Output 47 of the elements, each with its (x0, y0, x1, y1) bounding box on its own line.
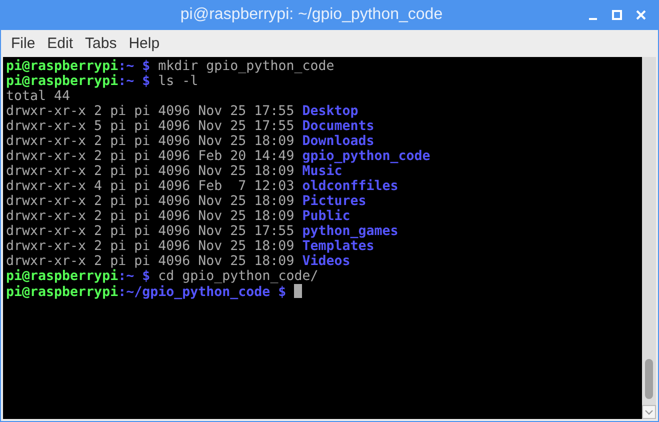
directory-name: Downloads (302, 134, 374, 149)
terminal-text: drwxr-xr-x 2 pi pi 4096 Feb 20 14:49 (6, 149, 294, 164)
maximize-icon (612, 10, 622, 20)
prompt-path: :~ $ (118, 74, 150, 89)
menu-item[interactable]: Help (122, 33, 166, 54)
scrollbar[interactable] (642, 57, 656, 419)
menu-item[interactable]: File (5, 33, 42, 54)
directory-name: Music (302, 164, 342, 179)
prompt-path: :~ $ (118, 269, 150, 284)
directory-name: Desktop (302, 104, 358, 119)
window-title: pi@raspberrypi: ~/gpio_python_code (179, 6, 444, 24)
directory-name: Templates (302, 239, 374, 254)
terminal-text: drwxr-xr-x 2 pi pi 4096 Nov 25 18:09 (6, 194, 294, 209)
menu-item[interactable]: Edit (41, 33, 80, 54)
terminal-text: cd gpio_python_code/ (158, 269, 318, 284)
directory-name: Videos (302, 254, 350, 269)
terminal-text: drwxr-xr-x 5 pi pi 4096 Nov 25 17:55 (6, 119, 294, 134)
prompt-user: pi@raspberrypi (6, 59, 118, 74)
terminal-text: drwxr-xr-x 2 pi pi 4096 Nov 25 18:09 (6, 164, 294, 179)
prompt-path: :~/gpio_python_code $ (118, 285, 286, 300)
chevron-down-icon (645, 410, 653, 414)
terminal-text: drwxr-xr-x 2 pi pi 4096 Nov 25 18:09 (6, 239, 294, 254)
directory-name: Pictures (302, 194, 366, 209)
terminal-text: drwxr-xr-x 2 pi pi 4096 Nov 25 18:09 (6, 209, 294, 224)
terminal-text: total 44 (6, 89, 70, 104)
prompt-user: pi@raspberrypi (6, 269, 118, 284)
directory-name: Public (302, 209, 350, 224)
menu-item[interactable]: Tabs (79, 33, 123, 54)
terminal-text: drwxr-xr-x 2 pi pi 4096 Nov 25 18:09 (6, 134, 294, 149)
cursor (294, 284, 302, 298)
prompt-user: pi@raspberrypi (6, 74, 118, 89)
directory-name: gpio_python_code (302, 149, 430, 164)
close-icon (636, 10, 646, 20)
prompt-user: pi@raspberrypi (6, 285, 118, 300)
terminal-text: drwxr-xr-x 2 pi pi 4096 Nov 25 17:55 (6, 104, 294, 119)
prompt-path: :~ $ (118, 59, 150, 74)
scrollbar-thumb[interactable] (645, 359, 653, 399)
terminal-text: drwxr-xr-x 4 pi pi 4096 Feb 7 12:03 (6, 179, 294, 194)
terminal-text: mkdir gpio_python_code (158, 59, 334, 74)
scroll-down-button[interactable] (642, 405, 656, 419)
terminal-text: ls -l (158, 74, 198, 89)
terminal-text: drwxr-xr-x 2 pi pi 4096 Nov 25 17:55 (6, 224, 294, 239)
directory-name: python_games (302, 224, 398, 239)
directory-name: Documents (302, 119, 374, 134)
terminal-text: drwxr-xr-x 2 pi pi 4096 Nov 25 18:09 (6, 254, 294, 269)
directory-name: oldconffiles (302, 179, 398, 194)
minimize-icon (589, 18, 597, 20)
